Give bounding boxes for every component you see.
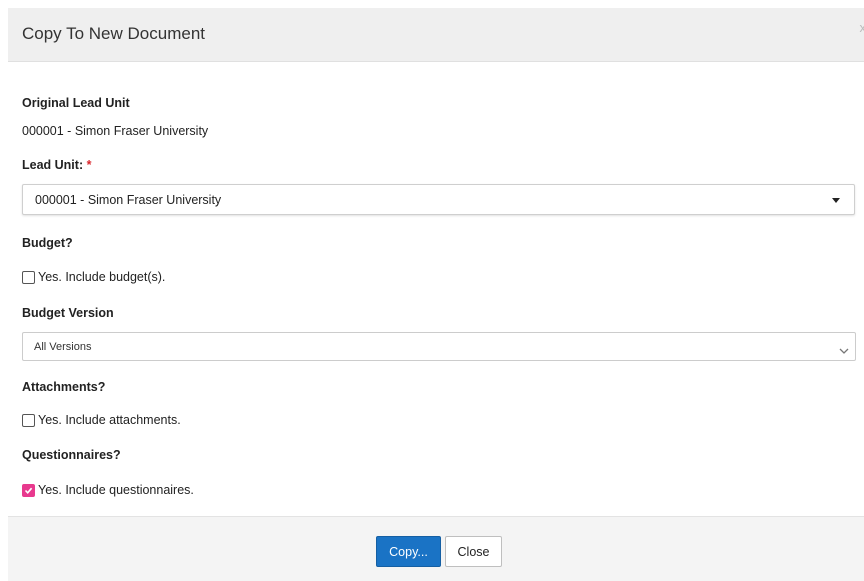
budget-label: Budget?	[22, 236, 73, 250]
questionnaires-label: Questionnaires?	[22, 448, 121, 462]
budget-checkbox-label[interactable]: Yes. Include budget(s).	[38, 270, 165, 284]
lead-unit-select[interactable]: 000001 - Simon Fraser University	[22, 184, 855, 215]
budget-version-selected-value: All Versions	[34, 341, 91, 353]
copy-button[interactable]: Copy...	[376, 536, 441, 567]
chevron-down-icon	[839, 342, 849, 360]
lead-unit-label-text: Lead Unit:	[22, 158, 83, 172]
questionnaires-checkbox[interactable]	[22, 484, 35, 497]
checkmark-icon	[24, 486, 33, 495]
close-icon[interactable]: x	[860, 20, 864, 35]
attachments-checkbox-label[interactable]: Yes. Include attachments.	[38, 413, 181, 427]
dialog-footer: Copy... Close	[8, 516, 864, 581]
lead-unit-selected-value: 000001 - Simon Fraser University	[35, 193, 221, 207]
close-button[interactable]: Close	[445, 536, 502, 567]
copy-dialog: Copy To New Document x Original Lead Uni…	[8, 8, 864, 580]
budget-checkbox[interactable]	[22, 271, 35, 284]
dialog-header: Copy To New Document x	[8, 8, 864, 62]
lead-unit-label: Lead Unit: *	[22, 158, 91, 172]
budget-version-label: Budget Version	[22, 306, 114, 320]
original-lead-unit-value: 000001 - Simon Fraser University	[22, 124, 208, 138]
original-lead-unit-label: Original Lead Unit	[22, 96, 130, 110]
questionnaires-checkbox-label[interactable]: Yes. Include questionnaires.	[38, 483, 194, 497]
attachments-checkbox[interactable]	[22, 414, 35, 427]
required-marker: *	[87, 158, 92, 172]
dialog-title: Copy To New Document	[22, 24, 205, 44]
budget-version-select[interactable]: All Versions	[22, 332, 856, 361]
attachments-label: Attachments?	[22, 380, 105, 394]
caret-down-icon	[832, 198, 840, 203]
